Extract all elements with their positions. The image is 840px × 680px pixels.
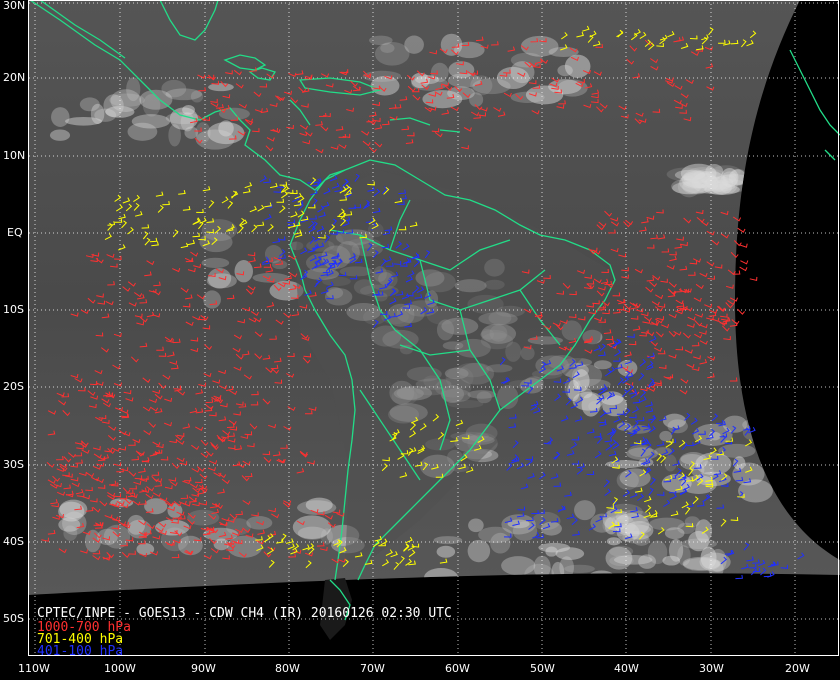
cloud [201, 257, 230, 269]
cloud [208, 83, 234, 92]
cloud [581, 393, 601, 417]
cloud [574, 500, 596, 521]
cloud [708, 431, 721, 441]
lat-label: 20S [3, 380, 24, 393]
lon-label: 80W [275, 662, 300, 675]
cloud [297, 526, 327, 540]
cloud [168, 124, 181, 147]
cloud [677, 175, 701, 198]
cloud [165, 88, 203, 101]
cloud [422, 90, 463, 109]
cloud [199, 232, 233, 253]
cloud [436, 545, 456, 558]
cloud [664, 454, 677, 472]
cloud [733, 456, 746, 470]
legend-high-level: 401-100 hPa [37, 644, 123, 659]
cloud [619, 468, 651, 488]
cloud [467, 539, 491, 563]
lon-label: 110W [18, 662, 50, 675]
cloud [195, 129, 235, 150]
lon-label: 40W [614, 662, 639, 675]
cloud [605, 460, 644, 469]
lon-label: 70W [360, 662, 385, 675]
cloud [448, 61, 475, 79]
lon-label: 100W [104, 662, 136, 675]
cloud [699, 552, 731, 572]
cloud [182, 105, 195, 115]
cloud [49, 129, 71, 141]
cloud [468, 518, 484, 533]
cloud [606, 537, 621, 546]
cloud [520, 35, 559, 57]
cloud [618, 524, 652, 535]
cloud [510, 61, 535, 84]
cloud [679, 452, 708, 471]
lat-label: 20N [3, 71, 25, 84]
lat-label: 30S [3, 458, 24, 471]
caption-title: CPTEC/INPE - GOES13 - CDW CH4 (IR) 20160… [37, 606, 452, 621]
cloud [126, 77, 141, 102]
lon-label: 20W [785, 662, 810, 675]
cloud [677, 545, 691, 566]
cloud [605, 546, 633, 570]
cloud [469, 92, 484, 107]
lon-label: 90W [191, 662, 216, 675]
cloud [510, 91, 545, 103]
cloud [227, 535, 263, 558]
cloud [203, 290, 221, 309]
lat-label: 40S [3, 535, 24, 548]
lat-label: 30N [3, 0, 25, 12]
cloud [738, 479, 773, 503]
lat-label: 10N [3, 149, 25, 162]
cloud [136, 543, 155, 556]
cloud [404, 35, 424, 54]
cloud [490, 532, 511, 554]
cloud [131, 114, 171, 129]
cloud [501, 556, 536, 576]
cloud [234, 260, 253, 283]
satellite-wind-map: 30N 20N 10N EQ 10S 20S 30S 40S 50S 110W … [0, 0, 840, 680]
lon-label: 50W [530, 662, 555, 675]
cloud [659, 430, 673, 442]
cloud [51, 107, 70, 127]
lat-label: 10S [3, 303, 24, 316]
lat-label: 50S [3, 612, 24, 625]
cloud [440, 33, 463, 56]
cloud [648, 517, 685, 531]
cloud [662, 413, 687, 429]
cloud [705, 164, 724, 180]
lon-label: 30W [699, 662, 724, 675]
cloud [65, 116, 103, 126]
lon-label: 60W [445, 662, 470, 675]
lat-label: EQ [7, 226, 23, 239]
cloud [695, 519, 713, 543]
cloud [638, 554, 657, 569]
